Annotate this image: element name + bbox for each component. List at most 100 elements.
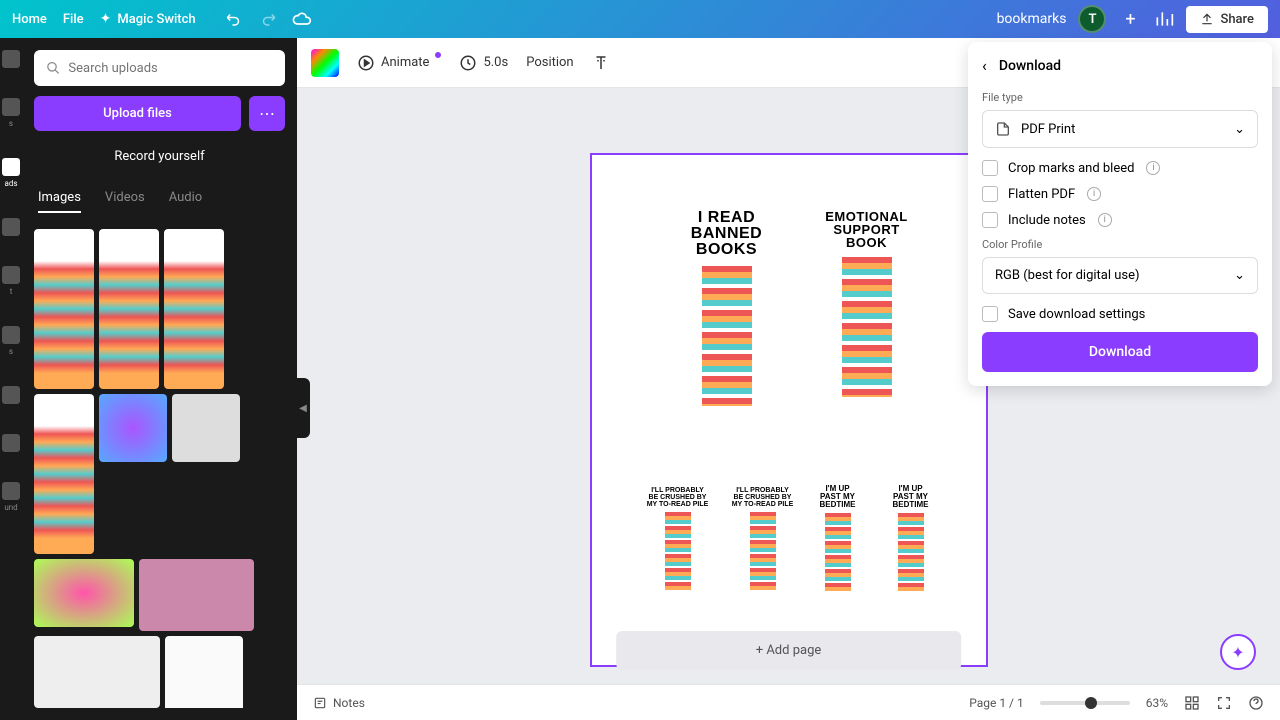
top-right-group: bookmarks T + Share bbox=[997, 5, 1268, 33]
tab-audio[interactable]: Audio bbox=[169, 190, 202, 213]
file-type-label: File type bbox=[982, 91, 1258, 104]
upload-thumb[interactable] bbox=[165, 636, 243, 708]
color-picker[interactable] bbox=[311, 49, 339, 77]
magic-switch-label: Magic Switch bbox=[117, 12, 195, 27]
home-button[interactable]: Home bbox=[12, 12, 47, 27]
add-page-button[interactable]: + Add page bbox=[616, 631, 962, 670]
rail-item-8[interactable]: und bbox=[2, 482, 20, 512]
search-box[interactable] bbox=[34, 50, 285, 86]
bookmark-large-2[interactable]: EMOTIONAL SUPPORT BOOK bbox=[837, 210, 897, 397]
grid-view-icon[interactable] bbox=[1184, 695, 1200, 711]
bottom-bar: Notes Page 1 / 1 63% bbox=[297, 684, 1280, 720]
bookmark-text: EMOTIONAL SUPPORT BOOK bbox=[825, 210, 908, 249]
rail-item-4[interactable]: t bbox=[2, 266, 20, 296]
upload-thumb[interactable] bbox=[172, 394, 240, 462]
rail-item-0[interactable] bbox=[2, 50, 20, 68]
help-icon[interactable] bbox=[1248, 695, 1264, 711]
checkbox-icon bbox=[982, 306, 998, 322]
animate-indicator-icon bbox=[435, 52, 441, 58]
record-yourself-button[interactable]: Record yourself bbox=[34, 139, 285, 174]
upload-thumb[interactable] bbox=[34, 559, 134, 627]
upload-thumb[interactable] bbox=[139, 559, 254, 631]
bookmark-text: I'M UP PAST MY BEDTIME bbox=[820, 485, 856, 509]
magic-assist-button[interactable]: ✦ bbox=[1220, 634, 1256, 670]
book-stack bbox=[665, 512, 691, 590]
bookmark-text: I'M UP PAST MY BEDTIME bbox=[893, 485, 929, 509]
flatten-checkbox[interactable]: Flatten PDF i bbox=[982, 186, 1258, 202]
side-rail: s ads t s und bbox=[0, 38, 22, 720]
bookmark-small-1[interactable]: I'LL PROBABLY BE CRUSHED BY MY TO-READ P… bbox=[662, 487, 694, 590]
share-label: Share bbox=[1220, 12, 1254, 27]
file-type-select[interactable]: PDF Print ⌄ bbox=[982, 110, 1258, 148]
tab-videos[interactable]: Videos bbox=[105, 190, 145, 213]
rail-item-7[interactable] bbox=[2, 434, 20, 452]
magic-switch-button[interactable]: ✦ Magic Switch bbox=[100, 11, 196, 27]
bookmark-large-1[interactable]: I READ BANNED BOOKS bbox=[697, 210, 757, 406]
rail-item-uploads[interactable]: ads bbox=[2, 158, 20, 188]
include-notes-checkbox[interactable]: Include notes i bbox=[982, 212, 1258, 228]
upload-thumb[interactable] bbox=[99, 394, 167, 462]
info-icon[interactable]: i bbox=[1087, 187, 1101, 201]
download-title: Download bbox=[999, 58, 1061, 74]
text-tool-icon[interactable] bbox=[592, 54, 610, 72]
cloud-sync-icon[interactable] bbox=[292, 9, 312, 29]
info-icon[interactable]: i bbox=[1098, 213, 1112, 227]
color-profile-select[interactable]: RGB (best for digital use) ⌄ bbox=[982, 257, 1258, 294]
flatten-label: Flatten PDF bbox=[1008, 187, 1075, 202]
analytics-icon[interactable] bbox=[1154, 9, 1174, 29]
page-indicator: Page 1 / 1 bbox=[969, 696, 1024, 710]
zoom-slider[interactable] bbox=[1040, 701, 1130, 705]
redo-icon[interactable] bbox=[258, 9, 278, 29]
fullscreen-icon[interactable] bbox=[1216, 695, 1232, 711]
bookmark-small-4[interactable]: I'M UP PAST MY BEDTIME bbox=[895, 485, 927, 591]
undo-icon[interactable] bbox=[224, 9, 244, 29]
tab-images[interactable]: Images bbox=[38, 190, 81, 213]
checkbox-icon bbox=[982, 186, 998, 202]
upload-files-button[interactable]: Upload files bbox=[34, 96, 241, 131]
bookmark-small-3[interactable]: I'M UP PAST MY BEDTIME bbox=[822, 485, 854, 591]
include-notes-label: Include notes bbox=[1008, 213, 1086, 228]
checkbox-icon bbox=[982, 212, 998, 228]
upload-thumb[interactable] bbox=[34, 229, 94, 389]
top-left-group: Home File ✦ Magic Switch bbox=[12, 9, 312, 29]
add-member-button[interactable]: + bbox=[1118, 7, 1142, 31]
book-stack bbox=[702, 266, 752, 406]
book-stack bbox=[898, 513, 924, 591]
notes-button[interactable]: Notes bbox=[313, 696, 365, 710]
zoom-value[interactable]: 63% bbox=[1146, 696, 1168, 710]
notes-label: Notes bbox=[333, 696, 365, 710]
animate-button[interactable]: Animate bbox=[357, 54, 441, 72]
upload-thumb[interactable] bbox=[34, 394, 94, 554]
crop-marks-label: Crop marks and bleed bbox=[1008, 161, 1134, 176]
file-type-value: PDF Print bbox=[1021, 122, 1075, 137]
share-button[interactable]: Share bbox=[1186, 6, 1268, 33]
rail-item-1[interactable]: s bbox=[2, 98, 20, 128]
document-title[interactable]: bookmarks bbox=[997, 11, 1067, 27]
design-page[interactable]: I READ BANNED BOOKS EMOTIONAL SUPPORT BO… bbox=[590, 153, 988, 667]
history-icons bbox=[224, 9, 312, 29]
rail-item-3[interactable] bbox=[2, 218, 20, 236]
file-button[interactable]: File bbox=[63, 12, 84, 27]
bookmark-small-2[interactable]: I'LL PROBABLY BE CRUSHED BY MY TO-READ P… bbox=[747, 487, 779, 590]
upload-thumb[interactable] bbox=[34, 636, 160, 708]
zoom-thumb[interactable] bbox=[1085, 697, 1097, 709]
download-button[interactable]: Download bbox=[982, 332, 1258, 372]
rail-item-6[interactable] bbox=[2, 386, 20, 404]
file-icon bbox=[995, 121, 1011, 137]
search-input[interactable] bbox=[68, 61, 273, 76]
upload-thumb[interactable] bbox=[164, 229, 224, 389]
position-button[interactable]: Position bbox=[526, 55, 573, 70]
rail-item-5[interactable]: s bbox=[2, 326, 20, 356]
save-settings-checkbox[interactable]: Save download settings bbox=[982, 306, 1258, 322]
upload-thumb[interactable] bbox=[99, 229, 159, 389]
bookmark-text: I'LL PROBABLY BE CRUSHED BY MY TO-READ P… bbox=[732, 487, 794, 508]
animate-label: Animate bbox=[381, 55, 429, 70]
crop-marks-checkbox[interactable]: Crop marks and bleed i bbox=[982, 160, 1258, 176]
avatar[interactable]: T bbox=[1078, 5, 1106, 33]
back-icon[interactable]: ‹ bbox=[982, 56, 987, 75]
upload-more-button[interactable]: ⋯ bbox=[249, 96, 285, 131]
download-header: ‹ Download bbox=[982, 56, 1258, 75]
info-icon[interactable]: i bbox=[1146, 161, 1160, 175]
duration-button[interactable]: 5.0s bbox=[459, 54, 508, 72]
save-settings-label: Save download settings bbox=[1008, 307, 1145, 322]
